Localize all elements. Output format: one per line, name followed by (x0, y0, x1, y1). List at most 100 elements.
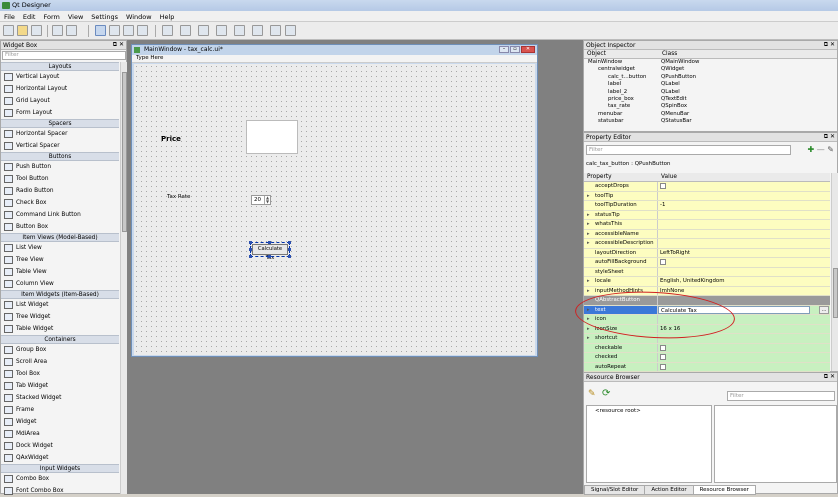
resource-filter-input[interactable]: Filter (727, 391, 835, 401)
configure-icon[interactable]: ✎ (827, 145, 834, 154)
property-row[interactable]: ▸ accessibleName (584, 229, 830, 239)
property-checkbox[interactable] (660, 363, 666, 370)
tax-rate-label[interactable]: Tax Rate (167, 194, 190, 200)
widget-item[interactable]: Tree View (1, 254, 119, 266)
widget-item[interactable]: Command Link Button (1, 209, 119, 221)
menu-file[interactable]: File (0, 11, 19, 21)
adjust-size-icon[interactable] (285, 25, 296, 36)
object-tree-row[interactable]: price_box QTextEdit (584, 96, 837, 103)
property-value[interactable] (658, 192, 830, 201)
menu-form[interactable]: Form (39, 11, 63, 21)
property-row[interactable]: ▸ toolTip (584, 191, 830, 201)
widget-item[interactable]: Tree Widget (1, 311, 119, 323)
property-checkbox[interactable] (660, 344, 666, 351)
remove-dynamic-property-icon[interactable]: — (817, 145, 825, 154)
property-value[interactable] (658, 182, 830, 191)
menu-view[interactable]: View (64, 11, 87, 21)
category-header[interactable]: Input Widgets (1, 464, 119, 473)
property-value[interactable] (658, 353, 830, 362)
property-value[interactable] (658, 220, 830, 229)
widget-item[interactable]: QAxWidget (1, 452, 119, 464)
property-checkbox[interactable] (660, 259, 666, 265)
save-icon[interactable] (31, 25, 42, 36)
edit-buddies-icon[interactable] (123, 25, 134, 36)
menu-help[interactable]: Help (156, 11, 179, 21)
object-tree-row[interactable]: label_2 QLabel (584, 89, 837, 96)
category-header[interactable]: Buttons (1, 152, 119, 161)
object-tree-row[interactable]: label QLabel (584, 81, 837, 88)
layout-grid-icon[interactable] (234, 25, 245, 36)
widget-box-filter-input[interactable]: Filter (2, 51, 126, 60)
reload-icon[interactable]: ⟳ (602, 388, 610, 399)
property-value[interactable] (658, 268, 830, 277)
type-here-menu[interactable]: Type Here (136, 55, 163, 61)
category-header[interactable]: Layouts (1, 62, 119, 71)
expand-arrow-icon[interactable]: ▸ (587, 287, 590, 296)
expand-arrow-icon[interactable]: ▸ (587, 334, 590, 343)
property-value[interactable]: -1 (658, 201, 830, 210)
maximize-icon[interactable]: ▫ (510, 46, 520, 53)
widget-item[interactable]: Check Box (1, 197, 119, 209)
property-value[interactable]: LeftToRight (658, 249, 830, 258)
edit-signals-slots-icon[interactable] (109, 25, 120, 36)
form-window-title-bar[interactable]: MainWindow - tax_calc.ui* – ▫ ✕ (132, 45, 537, 55)
widget-item[interactable]: Table Widget (1, 323, 119, 335)
property-row[interactable]: layoutDirection LeftToRight (584, 248, 830, 258)
property-value[interactable] (658, 344, 830, 353)
property-row[interactable]: toolTipDuration -1 (584, 201, 830, 211)
widget-item[interactable]: Font Combo Box (1, 485, 119, 497)
property-row[interactable]: checked (584, 353, 830, 363)
widget-item[interactable]: Column View (1, 278, 119, 290)
widget-item[interactable]: MdiArea (1, 428, 119, 440)
widget-item[interactable]: List Widget (1, 299, 119, 311)
widget-item[interactable]: Radio Button (1, 185, 119, 197)
form-canvas[interactable]: Price Tax Rate 20 ▲ ▼ Calculate Tax (134, 64, 535, 355)
expand-arrow-icon[interactable]: ▸ (587, 325, 590, 334)
menu-edit[interactable]: Edit (19, 11, 40, 21)
category-header[interactable]: Item Views (Model-Based) (1, 233, 119, 242)
property-row[interactable]: autoRepeat (584, 362, 830, 372)
dock-float-close-icon[interactable]: ⧉ ✕ (824, 373, 835, 381)
property-filter-input[interactable]: Filter (586, 145, 791, 155)
widget-item[interactable]: Vertical Layout (1, 71, 119, 83)
resource-tree[interactable]: <resource root> (586, 405, 712, 483)
price-text-edit[interactable] (246, 120, 298, 154)
menu-settings[interactable]: Settings (87, 11, 122, 21)
menu-window[interactable]: Window (122, 11, 156, 21)
dock-float-close-icon[interactable]: ⧉ ✕ (824, 41, 835, 49)
property-row[interactable]: checkable (584, 343, 830, 353)
property-value[interactable]: English, UnitedKingdom (658, 277, 830, 286)
widget-item[interactable]: Grid Layout (1, 95, 119, 107)
resource-files[interactable] (714, 405, 837, 483)
new-file-icon[interactable] (3, 25, 14, 36)
widget-item[interactable]: Table View (1, 266, 119, 278)
expand-arrow-icon[interactable]: ▸ (587, 211, 590, 220)
tax-rate-spinbox[interactable]: 20 ▲ ▼ (251, 195, 271, 205)
dock-float-close-icon[interactable]: ⧉ ✕ (113, 41, 124, 49)
expand-arrow-icon[interactable]: ▸ (587, 192, 590, 201)
widget-item[interactable]: Tool Box (1, 368, 119, 380)
widget-item[interactable]: Push Button (1, 161, 119, 173)
property-value[interactable] (658, 258, 830, 267)
property-row[interactable]: ▸ locale English, UnitedKingdom (584, 277, 830, 287)
property-row[interactable]: ▸ whatsThis (584, 220, 830, 230)
col-object[interactable]: Object (584, 50, 659, 58)
resize-handle[interactable] (288, 255, 291, 258)
resize-handle[interactable] (268, 255, 271, 258)
category-header[interactable]: Spacers (1, 119, 119, 128)
widget-item[interactable]: Tab Widget (1, 380, 119, 392)
widget-item[interactable]: Horizontal Spacer (1, 128, 119, 140)
property-value[interactable] (658, 211, 830, 220)
object-tree-row[interactable]: calc_t...button QPushButton (584, 74, 837, 81)
expand-arrow-icon[interactable]: ▸ (587, 239, 590, 248)
object-tree-row[interactable]: menubar QMenuBar (584, 111, 837, 118)
category-header[interactable]: Containers (1, 335, 119, 344)
property-row[interactable]: acceptDrops (584, 182, 830, 192)
property-row[interactable]: ▸ statusTip (584, 210, 830, 220)
widget-item[interactable]: Button Box (1, 221, 119, 233)
object-tree-row[interactable]: tax_rate QSpinBox (584, 103, 837, 110)
dock-float-close-icon[interactable]: ⧉ ✕ (824, 133, 835, 141)
calculate-tax-button[interactable]: Calculate Tax (250, 242, 290, 261)
property-value[interactable]: ImhNone (658, 287, 830, 296)
edit-resources-icon[interactable]: ✎ (588, 389, 596, 399)
